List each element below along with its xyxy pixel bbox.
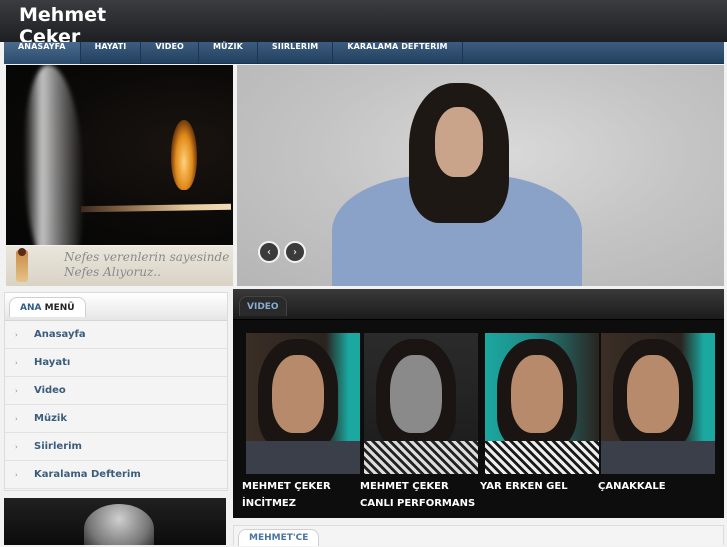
video-thumbnail[interactable]	[246, 333, 360, 474]
video-header: VIDEO	[233, 289, 724, 320]
nav-item-video[interactable]: VIDEO	[141, 42, 199, 64]
chevron-right-icon: ›	[15, 386, 18, 395]
menu-item-muzik[interactable]: › Müzik	[5, 405, 227, 433]
site-title[interactable]: Mehmet Çeker	[19, 4, 129, 42]
menu-item-label: Anasayfa	[34, 329, 86, 340]
nav-item-siirlerim[interactable]: SIIRLERIM	[258, 42, 334, 64]
slideshow-hero-image[interactable]	[237, 65, 724, 286]
menu-header: ANA MENÜ	[5, 293, 227, 321]
menu-item-siirlerim[interactable]: › Siirlerim	[5, 433, 227, 461]
thumbnail-face-shape	[272, 355, 324, 433]
menu-item-label: Karalama Defterim	[34, 469, 141, 480]
nav-item-karalama-defterim[interactable]: KARALAMA DEFTERIM	[333, 42, 463, 64]
slide-caption-strip[interactable]: Nefes verenlerin sayesinde Nefes Alıyoru…	[6, 246, 233, 286]
main-menu-box: ANA MENÜ › Anasayfa › Hayatı › Video › M…	[4, 292, 228, 491]
menu-item-label: Video	[34, 385, 66, 396]
hero-face-shape	[435, 107, 483, 177]
video-title-link[interactable]: MEHMET ÇEKER CANLI PERFORMANS	[360, 478, 476, 512]
nav-item-hayati[interactable]: HAYATI	[81, 42, 142, 64]
chevron-right-icon: ›	[15, 330, 18, 339]
nav-item-muzik[interactable]: MÜZIK	[199, 42, 258, 64]
video-section-title: VIDEO	[239, 296, 287, 316]
thumbnail-shirt-shape	[601, 441, 715, 474]
video-thumbnail[interactable]	[601, 333, 715, 474]
menu-item-video[interactable]: › Video	[5, 377, 227, 405]
site-header: Mehmet Çeker	[0, 0, 727, 42]
menu-item-label: Hayatı	[34, 357, 71, 368]
thumbnail-shirt-shape	[246, 441, 360, 474]
slide-prev-button[interactable]: ‹	[258, 241, 280, 263]
matchstick-shape	[80, 203, 232, 213]
thumbnail-shirt-shape	[485, 441, 599, 474]
slide-next-button[interactable]: ›	[284, 241, 306, 263]
nav-item-anasayfa[interactable]: ANASAYFA	[4, 42, 81, 64]
menu-item-label: Siirlerim	[34, 441, 82, 452]
thumbnail-face-shape	[627, 355, 679, 433]
slide-caption-text: Nefes verenlerin sayesinde Nefes Alıyoru…	[64, 250, 230, 279]
menu-title-highlight: ANA	[20, 303, 42, 313]
portrait-hair-shape	[84, 504, 154, 545]
video-title-link[interactable]: MEHMET ÇEKER İNCİTMEZ	[242, 478, 358, 512]
flame-shape	[171, 120, 197, 190]
main-nav: ANASAYFA HAYATI VIDEO MÜZIK SIIRLERIM KA…	[4, 42, 724, 64]
menu-item-karalama-defterim[interactable]: › Karalama Defterim	[5, 461, 227, 489]
smoke-shape	[24, 65, 84, 245]
menu-item-hayati[interactable]: › Hayatı	[5, 349, 227, 377]
video-section: VIDEO MEHMET ÇEKER İNCİTMEZ MEHMET ÇEKER…	[233, 289, 724, 518]
menu-item-label: Müzik	[34, 413, 67, 424]
video-title-link[interactable]: YAR ERKEN GEL	[480, 478, 596, 495]
chevron-right-icon: ›	[15, 470, 18, 479]
sidebar-portrait-image[interactable]	[4, 498, 226, 545]
menu-item-anasayfa[interactable]: › Anasayfa	[5, 321, 227, 349]
video-title-link[interactable]: ÇANAKKALE	[598, 478, 714, 495]
chevron-right-icon: ›	[15, 442, 18, 451]
slide-thumb-matchstick[interactable]	[6, 65, 233, 245]
chevron-right-icon: ›	[15, 358, 18, 367]
thumbnail-face-shape	[390, 355, 442, 433]
video-thumbnail[interactable]	[364, 333, 478, 474]
match-head-shape	[18, 248, 26, 256]
thumbnail-shirt-shape	[364, 441, 478, 474]
menu-title-rest: MENÜ	[44, 303, 75, 313]
thumbnail-face-shape	[511, 355, 563, 433]
mehmetce-section-title: MEHMET'CE	[238, 529, 320, 546]
chevron-right-icon: ›	[15, 414, 18, 423]
video-thumbnail[interactable]	[485, 333, 599, 474]
menu-title-tab: ANA MENÜ	[9, 297, 86, 317]
mehmetce-section: MEHMET'CE	[233, 525, 724, 546]
